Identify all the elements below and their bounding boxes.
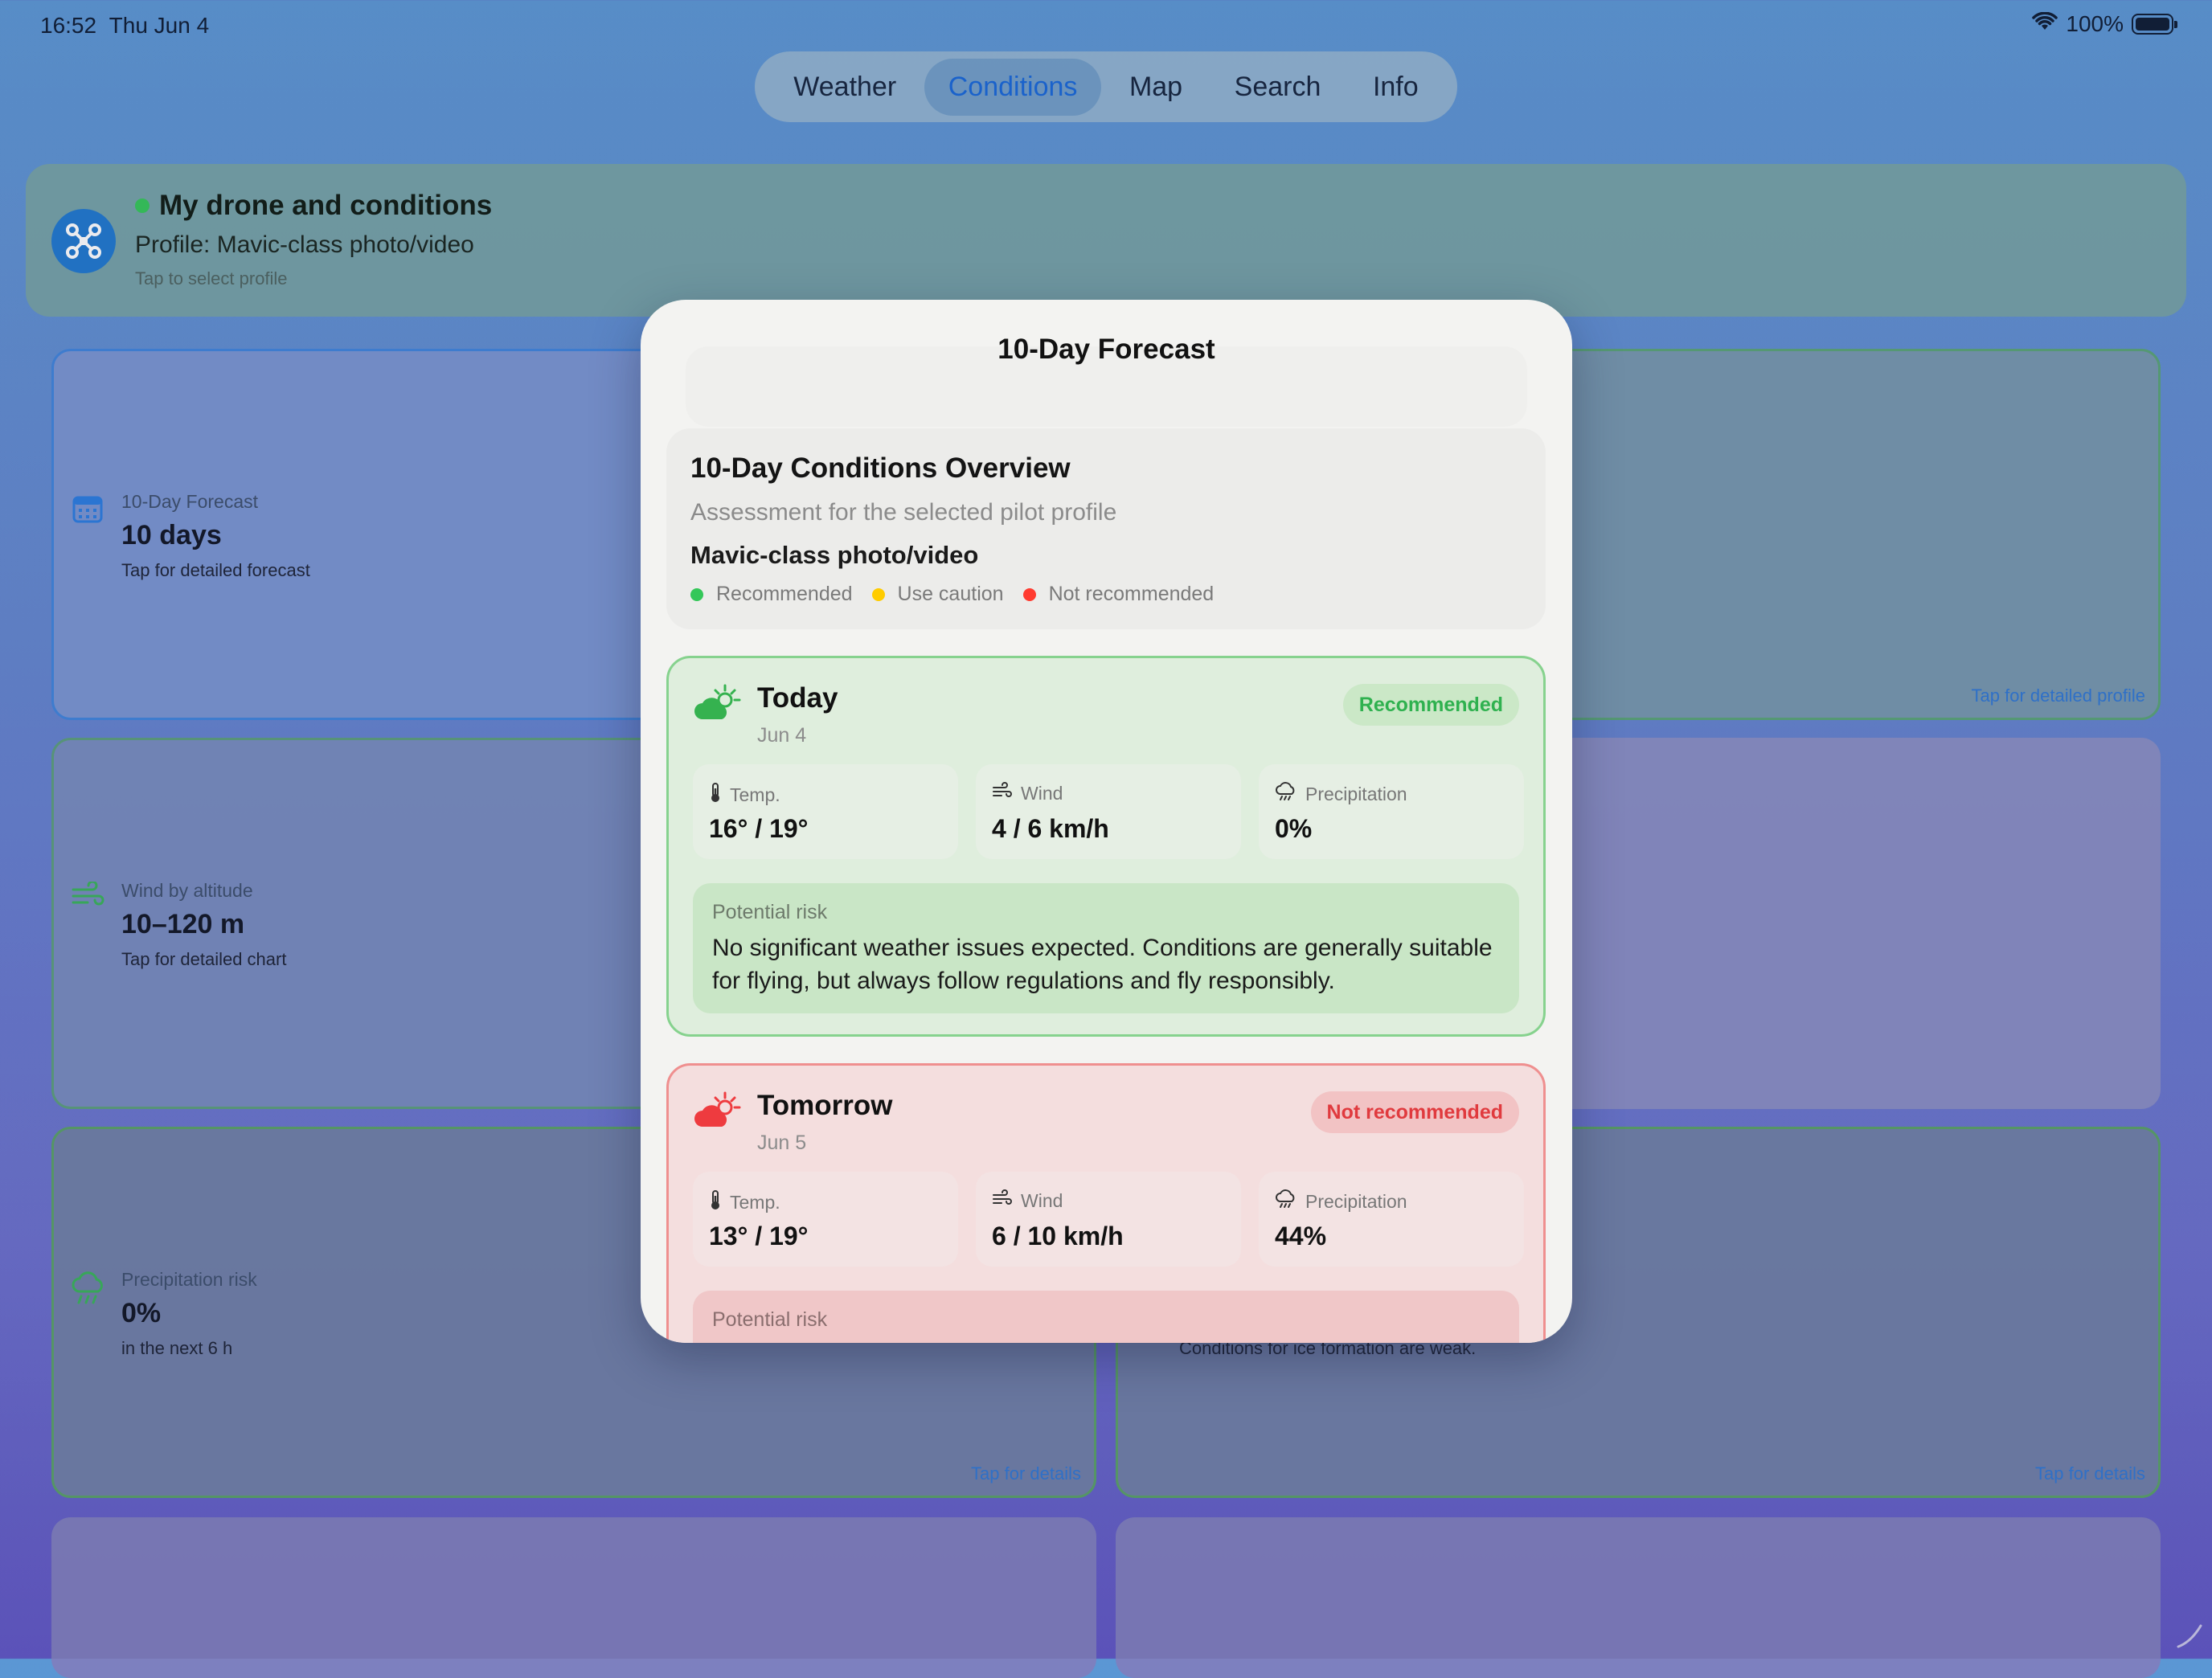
metric-wind: Wind 6 / 10 km/h	[976, 1172, 1241, 1267]
metric-label: Temp.	[730, 784, 780, 805]
day-date: Jun 5	[757, 1132, 807, 1154]
metric-value: 0%	[1275, 814, 1313, 843]
metric-head: Temp.	[709, 1189, 780, 1215]
metric-value: 13° / 19°	[709, 1222, 809, 1250]
overview-card: 10-Day Conditions Overview Assessment fo…	[666, 428, 1546, 629]
partly-sunny-icon	[693, 684, 744, 726]
metric-precipitation: Precipitation 44%	[1259, 1172, 1524, 1267]
metric-value: 44%	[1275, 1222, 1327, 1250]
cloud-rain-icon	[1275, 1189, 1297, 1213]
metric-temp: Temp. 16° / 19°	[693, 764, 958, 859]
metric-value: 16° / 19°	[709, 814, 809, 843]
risk-text: No significant weather issues expected. …	[712, 935, 1493, 994]
legend-label: Use caution	[897, 583, 1004, 605]
legend-dot-green	[690, 587, 703, 601]
metric-value: 6 / 10 km/h	[992, 1222, 1124, 1250]
forecast-modal: 10-Day Forecast 10-Day Conditions Overvi…	[641, 300, 1572, 1343]
metric-label: Wind	[1021, 1189, 1063, 1211]
legend-dot-yellow	[871, 587, 885, 601]
day-name: Today	[757, 682, 838, 714]
metric-label: Precipitation	[1305, 1190, 1407, 1212]
metric-temp: Temp. 13° / 19°	[693, 1172, 958, 1267]
metric-label: Temp.	[730, 1191, 780, 1213]
modal-title: 10-Day Forecast	[997, 334, 1215, 365]
metric-head: Temp.	[709, 782, 780, 808]
legend-recommended: Recommended	[690, 583, 853, 606]
thermometer-icon	[709, 1189, 722, 1215]
day-date: Jun 4	[757, 724, 807, 747]
risk-box: Potential risk No significant weather is…	[693, 883, 1519, 1013]
partly-sunny-icon	[693, 1091, 744, 1134]
status-badge: Recommended	[1342, 684, 1519, 726]
day-card-today[interactable]: Today Jun 4 Recommended Temp. 16° / 19° …	[666, 656, 1546, 1037]
legend-caution: Use caution	[871, 583, 1004, 606]
risk-label: Potential risk	[712, 1308, 828, 1331]
day-card-tomorrow[interactable]: Tomorrow Jun 5 Not recommended Temp. 13°…	[666, 1063, 1546, 1343]
status-badge: Not recommended	[1310, 1091, 1519, 1133]
metric-wind: Wind 4 / 6 km/h	[976, 764, 1241, 859]
risk-box: Potential risk	[693, 1291, 1519, 1343]
risk-label: Potential risk	[712, 901, 828, 923]
legend: Recommended Use caution Not recommended	[690, 583, 1222, 606]
metric-precipitation: Precipitation 0%	[1259, 764, 1524, 859]
legend-label: Not recommended	[1048, 583, 1215, 605]
overview-title: 10-Day Conditions Overview	[690, 452, 1071, 484]
overview-subtitle: Assessment for the selected pilot profil…	[690, 499, 1117, 526]
overview-profile: Mavic-class photo/video	[690, 541, 979, 569]
metric-label: Wind	[1021, 782, 1063, 804]
legend-label: Recommended	[716, 583, 853, 605]
metric-head: Wind	[992, 782, 1063, 804]
metric-label: Precipitation	[1305, 783, 1407, 804]
legend-dot-red	[1022, 587, 1036, 601]
legend-not-recommended: Not recommended	[1022, 583, 1215, 606]
metric-value: 4 / 6 km/h	[992, 814, 1109, 843]
wind-icon	[992, 1189, 1013, 1212]
wind-icon	[992, 782, 1013, 804]
metric-head: Precipitation	[1275, 1189, 1407, 1213]
metric-head: Precipitation	[1275, 782, 1407, 806]
cloud-rain-icon	[1275, 782, 1297, 806]
metric-head: Wind	[992, 1189, 1063, 1212]
thermometer-icon	[709, 782, 722, 808]
day-name: Tomorrow	[757, 1090, 893, 1121]
